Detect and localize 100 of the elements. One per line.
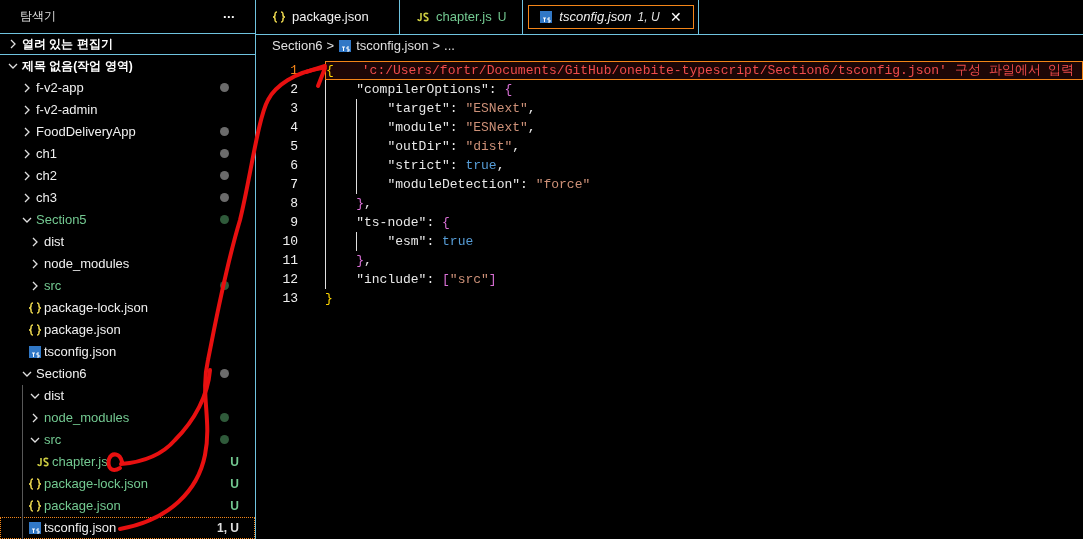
tree-item[interactable]: package.json U [0,495,255,517]
tree-item[interactable]: Section5 [0,209,255,231]
editor-tab[interactable]: tsconfig.json 1, U ✕ [523,0,699,34]
js-file-icon [416,10,430,24]
file-name: package-lock.json [44,299,149,318]
file-name: src [44,431,62,450]
code-token: , [364,251,372,270]
git-status-label: 1, U [637,9,660,26]
code-token: , [512,137,521,156]
tree-item[interactable]: f-v2-app [0,77,255,99]
tree-item[interactable]: dist [0,231,255,253]
tree-item[interactable]: package-lock.json U [0,473,255,495]
code-token: , [527,118,536,137]
file-name: f-v2-admin [36,101,98,120]
tree-item[interactable]: package.json [0,319,255,341]
file-name: tsconfig.json [44,343,117,362]
code-token: "moduleDetection" [386,175,521,194]
braces-icon [28,499,42,513]
breadcrumb-separator: > [432,37,441,56]
more-actions-button[interactable]: ··· [223,6,235,27]
code-token: "strict" [386,156,450,175]
code-token: , [364,194,372,213]
file-name: node_modules [44,409,130,428]
code-token: "outDir" [386,137,450,156]
close-icon[interactable]: ✕ [669,6,682,28]
line-number: 7 [289,175,298,194]
tree-item[interactable]: f-v2-admin [0,99,255,121]
file-name: package-lock.json [44,475,149,494]
ts-file-icon [338,39,353,53]
code-token: : [449,156,459,175]
code-token: "ESNext" [465,99,528,118]
breadcrumb-separator: > [326,37,335,56]
editor-tab[interactable]: package.json [256,0,400,34]
breadcrumb-item[interactable]: ... [444,36,455,56]
braces-icon [28,477,42,491]
line-number: 6 [289,156,298,175]
sidebar-title: 탐색기 [20,8,56,26]
file-name: FoodDeliveryApp [36,123,136,142]
tree-item[interactable]: tsconfig.json 1, U [0,517,255,539]
tree-item[interactable]: Section6 [0,363,255,385]
line-number: 2 [289,80,298,99]
tree-item[interactable]: node_modules [0,253,255,275]
code-token: , [496,156,505,175]
line-number: 5 [289,137,298,156]
code-token: : [449,99,459,118]
line-number: 10 [281,232,298,251]
code-token: "target" [386,99,450,118]
tab-label: tsconfig.json [559,8,632,27]
tree-item[interactable]: chapter.js U [0,451,255,473]
tree-item[interactable]: FoodDeliveryApp [0,121,255,143]
tree-item[interactable]: ch3 [0,187,255,209]
tree-item[interactable]: dist [0,385,255,407]
code-token: : [426,232,436,251]
tree-item[interactable]: node_modules [0,407,255,429]
code-token: "include" [355,270,427,289]
line-number: 8 [289,194,298,213]
code-token: } [355,251,364,270]
code-token: : [426,213,436,232]
file-name: dist [44,233,65,252]
code-token: "module" [386,118,450,137]
breadcrumb-item[interactable]: Section6 [272,36,323,56]
file-name: Section5 [36,211,87,230]
code-token: : [449,137,459,156]
braces-icon [28,301,42,315]
file-name: package.json [44,321,121,340]
editor-tab[interactable]: chapter.js U [400,0,524,34]
braces-icon [28,323,42,337]
error-message: 'c:/Users/fortr/Documents/GitHub/onebite-typescript/Section6/tsconfig.json' 구성 파일에서 입력 [361,61,1075,80]
file-name: ch2 [36,167,57,186]
line-number: 1 [289,61,298,80]
tree-item[interactable]: src [0,429,255,451]
braces-icon [272,10,286,24]
breadcrumb-item[interactable]: tsconfig.json [338,36,429,56]
code-token: } [355,194,364,213]
line-number: 11 [281,251,298,270]
tab-label: chapter.js [436,8,492,27]
file-name: tsconfig.json [44,519,117,538]
code-token: { [442,213,450,232]
git-status-label: U [230,498,239,515]
line-number: 9 [289,213,298,232]
js-file-icon [36,455,50,469]
git-status-label: 1, U [217,520,239,537]
git-status-label: U [497,9,507,26]
code-token: { [326,61,334,80]
tree-item[interactable]: tsconfig.json [0,341,255,363]
code-token: "compilerOptions" [355,80,489,99]
code-token: "src" [449,270,489,289]
code-token: true [465,156,497,175]
tree-item[interactable]: ch2 [0,165,255,187]
tree-item[interactable]: ch1 [0,143,255,165]
git-status-label: U [230,454,239,471]
section-header[interactable]: 열려 있는 편집기 [0,32,255,55]
tree-item[interactable]: package-lock.json [0,297,255,319]
ts-file-icon [539,10,554,24]
section-header[interactable]: 제목 없음(작업 영역) [0,54,255,77]
tab-label: package.json [292,8,369,27]
code-token: "force" [535,175,591,194]
file-name: Section6 [36,365,87,384]
line-number: 4 [289,118,298,137]
file-name: dist [44,387,65,406]
